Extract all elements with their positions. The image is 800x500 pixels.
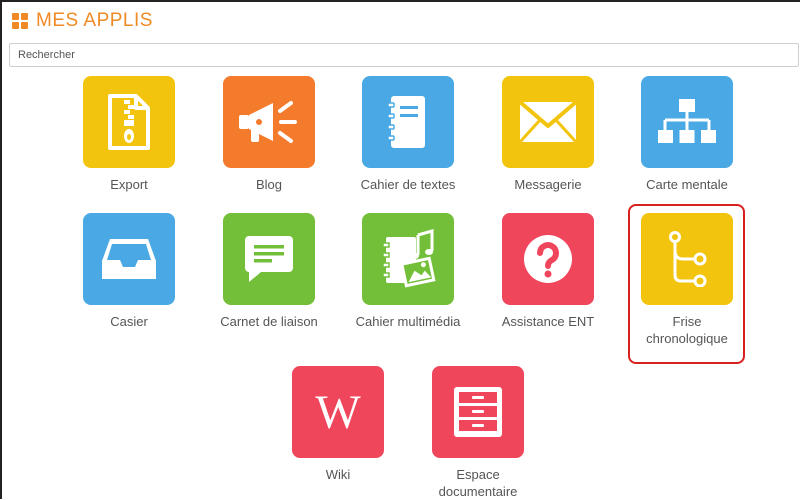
envelope-icon <box>502 76 594 168</box>
svg-text:W: W <box>315 390 361 434</box>
app-blog[interactable]: Blog <box>199 76 339 193</box>
app-label-line: chronologique <box>646 331 728 346</box>
notebook-icon <box>362 76 454 168</box>
grid-icon <box>12 13 28 29</box>
app-cahier-multimedia[interactable]: Cahier multimédia <box>338 213 478 330</box>
multimedia-notebook-icon <box>362 213 454 305</box>
app-label: Espace documentaire <box>408 466 548 500</box>
app-export[interactable]: Export <box>59 76 199 193</box>
app-cahier-de-textes[interactable]: Cahier de textes <box>338 76 478 193</box>
app-label: Blog <box>255 177 283 192</box>
app-carte-mentale[interactable]: Carte mentale <box>617 76 757 193</box>
app-frise-chronologique[interactable]: Frise chronologique <box>617 213 757 347</box>
app-messagerie[interactable]: Messagerie <box>478 76 618 193</box>
search-input[interactable] <box>9 43 799 67</box>
app-label: Wiki <box>325 467 351 482</box>
question-icon <box>502 213 594 305</box>
app-label: Carte mentale <box>646 177 728 192</box>
app-assistance-ent[interactable]: Assistance ENT <box>478 213 618 330</box>
app-label-line: documentaire <box>438 484 518 499</box>
org-chart-icon <box>641 76 733 168</box>
timeline-branch-icon <box>641 213 733 305</box>
zip-file-icon <box>83 76 175 168</box>
wikipedia-icon: W <box>292 366 384 458</box>
app-label: Messagerie <box>514 177 582 192</box>
app-label: Export <box>110 177 148 192</box>
app-label: Cahier de textes <box>360 177 456 192</box>
app-espace-documentaire[interactable]: Espace documentaire <box>408 366 548 500</box>
app-carnet-de-liaison[interactable]: Carnet de liaison <box>199 213 339 330</box>
filing-cabinet-icon <box>432 366 524 458</box>
window-frame-left <box>0 0 2 499</box>
app-label: Cahier multimédia <box>355 314 461 329</box>
app-wiki[interactable]: W Wiki <box>268 366 408 483</box>
app-label: Assistance ENT <box>501 314 595 329</box>
window-frame-top <box>0 0 800 2</box>
app-label-line: Frise <box>672 314 702 329</box>
inbox-tray-icon <box>83 213 175 305</box>
speech-bubble-icon <box>223 213 315 305</box>
app-label: Casier <box>110 314 148 329</box>
app-label: Frise chronologique <box>617 313 757 347</box>
app-label-line: Espace <box>456 467 500 482</box>
app-label: Carnet de liaison <box>220 314 318 329</box>
app-casier[interactable]: Casier <box>59 213 199 330</box>
header: MES APPLIS <box>12 9 153 33</box>
megaphone-icon <box>223 76 315 168</box>
page-title: MES APPLIS <box>36 10 153 31</box>
